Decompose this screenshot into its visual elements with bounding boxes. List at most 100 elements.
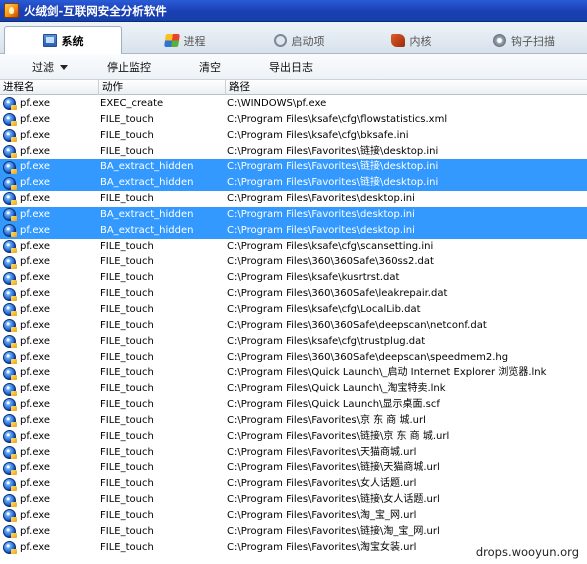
- action-cell: EXEC_create: [100, 98, 164, 109]
- path-cell: C:\Program Files\Favorites\京 东 商 城.url: [227, 414, 426, 426]
- process-name: pf.exe: [20, 129, 51, 141]
- process-name: pf.exe: [20, 367, 51, 379]
- process-name: pf.exe: [20, 272, 51, 284]
- table-row[interactable]: pf.exe FILE_touch C:\Program Files\Favorit…: [0, 460, 587, 476]
- tab-startup[interactable]: 启动项: [240, 27, 358, 54]
- process-name: pf.exe: [20, 494, 51, 506]
- process-icon: [3, 319, 17, 333]
- action-cell: FILE_touch: [100, 256, 154, 268]
- process-cell: pf.exe: [3, 381, 97, 397]
- hook-scan-icon: [493, 34, 506, 47]
- table-row[interactable]: pf.exe FILE_touch C:\Program Files\360\360…: [0, 350, 587, 366]
- tab-process[interactable]: 进程: [126, 27, 244, 54]
- table-row[interactable]: pf.exe EXEC_create C:\WINDOWS\pf.exe: [0, 96, 587, 112]
- tab-label: 系统: [61, 34, 84, 48]
- tab-label: 内核: [409, 34, 432, 48]
- path-cell: C:\Program Files\Favorites\链接\desktop.in…: [227, 177, 439, 189]
- table-row[interactable]: pf.exe FILE_touch C:\Program Files\Favorit…: [0, 524, 587, 540]
- clear-label: 清空: [199, 61, 221, 74]
- action-cell: FILE_touch: [100, 462, 154, 474]
- action-cell: FILE_touch: [100, 113, 154, 125]
- path-cell: C:\Program Files\Favorites\链接\天猫商城.url: [227, 462, 440, 474]
- table-row[interactable]: pf.exe FILE_touch C:\Program Files\360\360…: [0, 318, 587, 334]
- table-row[interactable]: pf.exe BA_extract_hidden C:\Program Files\…: [0, 175, 587, 192]
- table-row[interactable]: pf.exe FILE_touch C:\Program Files\Favorit…: [0, 429, 587, 445]
- table-row[interactable]: pf.exe FILE_touch C:\Program Files\ksafe\k…: [0, 270, 587, 286]
- table-row[interactable]: pf.exe BA_extract_hidden C:\Program Files\…: [0, 222, 587, 239]
- path-cell: C:\Program Files\Favorites\链接\京 东 商 城.ur…: [227, 430, 450, 442]
- table-row[interactable]: pf.exe FILE_touch C:\Program Files\360\360…: [0, 286, 587, 302]
- table-row[interactable]: pf.exe FILE_touch C:\Program Files\Quick L…: [0, 365, 587, 381]
- process-icon: [3, 335, 17, 349]
- path-cell: C:\Program Files\Favorites\desktop.ini: [227, 193, 415, 205]
- tab-system[interactable]: 系统: [4, 26, 122, 54]
- table-row[interactable]: pf.exe FILE_touch C:\Program Files\Favorit…: [0, 476, 587, 492]
- action-cell: FILE_touch: [100, 272, 154, 284]
- table-row[interactable]: pf.exe FILE_touch C:\Program Files\Favorit…: [0, 492, 587, 508]
- clear-button[interactable]: 清空: [199, 54, 221, 80]
- column-header-process[interactable]: 进程名: [0, 80, 99, 95]
- action-cell: FILE_touch: [100, 193, 154, 205]
- process-name: pf.exe: [20, 224, 51, 236]
- process-cell: pf.exe: [3, 128, 97, 144]
- process-name: pf.exe: [20, 399, 51, 411]
- process-name: pf.exe: [20, 462, 51, 474]
- tab-kernel[interactable]: 内核: [352, 27, 470, 54]
- process-name: pf.exe: [20, 256, 51, 268]
- process-icon: [3, 382, 17, 396]
- table-row[interactable]: pf.exe FILE_touch C:\Program Files\Favorit…: [0, 144, 587, 160]
- tab-label: 钩子扫描: [511, 34, 555, 48]
- system-icon: [42, 34, 57, 47]
- process-cell: pf.exe: [3, 492, 97, 508]
- table-row[interactable]: pf.exe BA_extract_hidden C:\Program Files\…: [0, 159, 587, 176]
- table-row[interactable]: pf.exe BA_extract_hidden C:\Program Files\…: [0, 206, 587, 223]
- process-icon: [3, 493, 17, 507]
- process-name: pf.exe: [20, 98, 51, 109]
- window-title: 火绒剑-互联网安全分析软件: [24, 3, 167, 18]
- process-cell: pf.exe: [3, 476, 97, 492]
- filter-dropdown-button[interactable]: 过滤: [32, 54, 68, 80]
- process-name: pf.exe: [20, 414, 51, 426]
- table-row[interactable]: pf.exe FILE_touch C:\Program Files\ksafe\c…: [0, 128, 587, 144]
- export-log-button[interactable]: 导出日志: [269, 54, 313, 80]
- stop-monitor-button[interactable]: 停止监控: [107, 54, 151, 80]
- tab-hook-scan[interactable]: 钩子扫描: [464, 27, 584, 54]
- table-row[interactable]: pf.exe FILE_touch C:\Program Files\360\360…: [0, 254, 587, 270]
- process-cell: pf.exe: [3, 365, 97, 381]
- table-row[interactable]: pf.exe FILE_touch C:\Program Files\Quick L…: [0, 381, 587, 397]
- action-cell: FILE_touch: [100, 399, 154, 411]
- process-icon: [3, 97, 17, 111]
- event-list: pf.exe EXEC_create C:\WINDOWS\pf.exe pf.exe…: [0, 96, 587, 555]
- table-row[interactable]: pf.exe FILE_touch C:\Program Files\Favorit…: [0, 445, 587, 461]
- path-cell: C:\Program Files\Quick Launch\_启动 Intern…: [227, 367, 547, 379]
- process-cell: pf.exe: [3, 397, 97, 413]
- table-row[interactable]: pf.exe FILE_touch C:\Program Files\Favorit…: [0, 191, 587, 207]
- process-cell: pf.exe: [3, 460, 97, 476]
- column-header-action[interactable]: 动作: [99, 80, 226, 95]
- table-row[interactable]: pf.exe FILE_touch C:\Program Files\ksafe\c…: [0, 302, 587, 318]
- process-icon: [3, 398, 17, 412]
- process-cell: pf.exe: [3, 223, 97, 239]
- table-row[interactable]: pf.exe FILE_touch C:\Program Files\Favorit…: [0, 508, 587, 524]
- process-icon: [3, 255, 17, 269]
- table-row[interactable]: pf.exe FILE_touch C:\Program Files\ksafe\c…: [0, 239, 587, 255]
- process-cell: pf.exe: [3, 207, 97, 223]
- process-cell: pf.exe: [3, 429, 97, 445]
- process-name: pf.exe: [20, 208, 51, 220]
- process-name: pf.exe: [20, 288, 51, 300]
- process-name: pf.exe: [20, 335, 51, 347]
- process-icon: [3, 477, 17, 491]
- table-row[interactable]: pf.exe FILE_touch C:\Program Files\ksafe\c…: [0, 334, 587, 350]
- table-row[interactable]: pf.exe FILE_touch C:\Program Files\Favorit…: [0, 413, 587, 429]
- process-name: pf.exe: [20, 319, 51, 331]
- column-header-path[interactable]: 路径: [226, 80, 587, 95]
- table-row[interactable]: pf.exe FILE_touch C:\Program Files\ksafe\c…: [0, 112, 587, 128]
- process-icon: [3, 192, 17, 206]
- process-icon: [3, 509, 17, 523]
- table-row[interactable]: pf.exe FILE_touch C:\Program Files\Quick L…: [0, 397, 587, 413]
- process-icon: [3, 525, 17, 539]
- process-icon: [3, 541, 17, 555]
- toolbar: 过滤 停止监控 清空 导出日志: [0, 54, 587, 80]
- path-cell: C:\Program Files\Favorites\链接\淘_宝_网.url: [227, 525, 440, 537]
- action-cell: FILE_touch: [100, 494, 154, 506]
